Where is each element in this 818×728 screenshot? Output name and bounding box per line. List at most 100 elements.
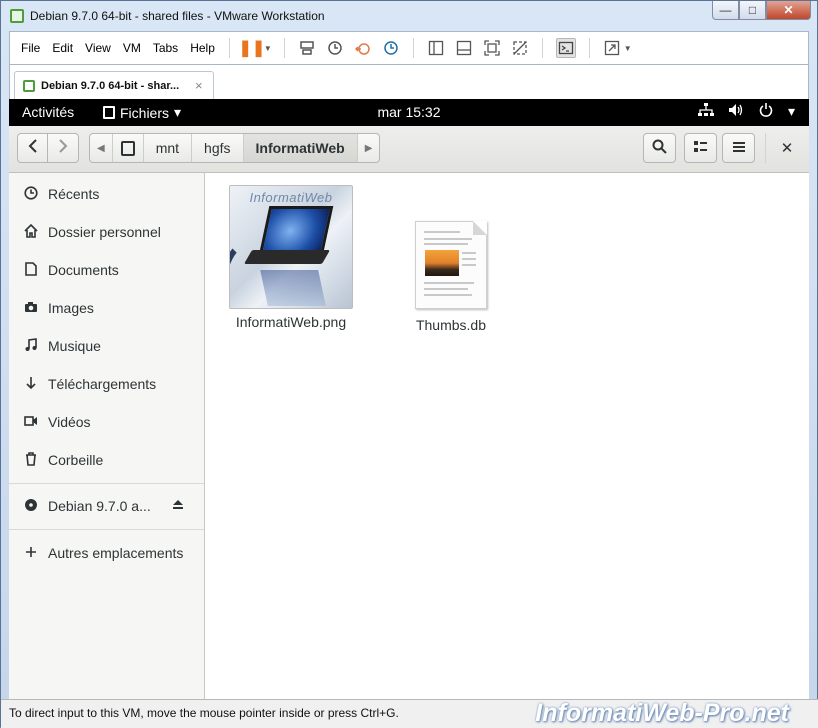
eject-icon[interactable] [172, 499, 184, 513]
sidebar-item-images[interactable]: Images [9, 289, 204, 327]
back-button[interactable] [17, 133, 48, 163]
path-root-button[interactable] [111, 134, 143, 162]
doc-text-line [424, 231, 460, 233]
volume-icon [728, 103, 744, 120]
sidebar-item-other-locations[interactable]: Autres emplacements [9, 534, 204, 572]
file-item-informatiweb-png[interactable]: InformatiWeb InformatiWeb.png [221, 185, 361, 330]
search-icon [652, 139, 667, 158]
doc-text-line [462, 264, 476, 266]
stretch-guest-icon[interactable] [603, 39, 621, 57]
snapshot-manager-icon[interactable] [382, 39, 400, 57]
places-sidebar: Récents Dossier personnel Documents Imag… [9, 173, 205, 699]
menu-vm[interactable]: VM [123, 41, 141, 55]
thumbnail-logo-text: InformatiWeb [249, 190, 333, 205]
image-thumbnail: InformatiWeb [229, 185, 353, 309]
doc-text-line [462, 258, 476, 260]
toolbar-separator [283, 38, 285, 58]
laptop-reflection-graphic [260, 270, 326, 306]
path-segment-mnt[interactable]: mnt [142, 134, 191, 162]
sidebar-item-recent[interactable]: Récents [9, 175, 204, 213]
sidebar-item-label: Dossier personnel [48, 224, 161, 240]
sidebar-item-label: Documents [48, 262, 119, 278]
tab-label: Debian 9.7.0 64-bit - shar... [41, 79, 180, 92]
view-options-button[interactable] [684, 133, 717, 163]
sidebar-item-label: Musique [48, 338, 101, 354]
forward-button[interactable] [47, 133, 79, 163]
sidebar-item-label: Vidéos [48, 414, 91, 430]
plus-icon [23, 546, 39, 561]
window-close-button[interactable]: ✕ [765, 133, 808, 163]
path-scroll-right-icon[interactable]: ▶ [356, 134, 380, 162]
menu-tabs[interactable]: Tabs [153, 41, 178, 55]
hamburger-icon [732, 140, 746, 157]
snapshot-icon[interactable] [326, 39, 344, 57]
doc-text-line [424, 288, 468, 290]
file-item-thumbs-db[interactable]: Thumbs.db [381, 221, 521, 333]
document-thumbnail [415, 221, 487, 309]
toolbar-separator [412, 38, 414, 58]
laptop-base-graphic [243, 250, 331, 264]
hamburger-menu-button[interactable] [722, 133, 755, 163]
power-icon [758, 103, 774, 120]
chevron-right-icon [58, 139, 68, 157]
menu-edit[interactable]: Edit [52, 41, 73, 55]
list-view-icon [693, 139, 708, 158]
search-button[interactable] [643, 133, 676, 163]
menu-file[interactable]: File [21, 41, 40, 55]
stretch-dropdown-icon[interactable]: ▼ [624, 44, 632, 53]
video-icon [23, 415, 39, 430]
window-title: Debian 9.7.0 64-bit - shared files - VMw… [30, 9, 325, 23]
window-controls: — □ ✕ [712, 1, 811, 20]
vmware-window: Debian 9.7.0 64-bit - shared files - VMw… [0, 0, 818, 728]
doc-text-line [424, 282, 474, 284]
thumbnail-bar-icon[interactable] [455, 39, 473, 57]
status-bar: To direct input to this VM, move the mou… [1, 699, 818, 728]
revert-snapshot-icon[interactable] [354, 39, 372, 57]
chevron-left-icon [28, 139, 38, 157]
menu-toolbar: File Edit View VM Tabs Help ❚❚ ▼ ▼ [9, 31, 809, 65]
sidebar-item-device[interactable]: Debian 9.7.0 a... [9, 487, 204, 525]
vm-running-icon [23, 79, 35, 92]
full-screen-icon[interactable] [483, 39, 501, 57]
doc-text-line [424, 238, 472, 240]
tab-debian-vm[interactable]: Debian 9.7.0 64-bit - shar... × [14, 71, 214, 99]
trash-icon [23, 451, 39, 469]
unity-icon[interactable] [511, 39, 529, 57]
menu-help[interactable]: Help [190, 41, 215, 55]
file-name: Thumbs.db [415, 317, 487, 333]
path-scroll-left-icon[interactable]: ◀ [90, 134, 112, 162]
sidebar-item-label: Autres emplacements [48, 545, 184, 561]
clock[interactable]: mar 15:32 [9, 104, 809, 120]
sidebar-item-music[interactable]: Musique [9, 327, 204, 365]
menu-view[interactable]: View [85, 41, 111, 55]
library-icon[interactable] [427, 39, 445, 57]
path-segment-hgfs[interactable]: hgfs [191, 134, 242, 162]
doc-text-line [424, 243, 468, 245]
pause-icon[interactable]: ❚❚ [238, 39, 265, 57]
sidebar-item-videos[interactable]: Vidéos [9, 403, 204, 441]
system-tray[interactable]: ▾ [697, 103, 795, 120]
minimize-button[interactable]: — [712, 1, 739, 20]
toolbar-separator [541, 38, 543, 58]
sidebar-item-label: Récents [48, 186, 100, 202]
sidebar-item-home[interactable]: Dossier personnel [9, 213, 204, 251]
laptop-graphic [258, 206, 334, 256]
sidebar-item-label: Debian 9.7.0 a... [48, 498, 151, 514]
vm-console[interactable]: Activités Fichiers ▾ mar 15:32 ▾ ◀ mnt h… [9, 99, 809, 699]
sidebar-item-documents[interactable]: Documents [9, 251, 204, 289]
pause-dropdown-icon[interactable]: ▼ [264, 44, 272, 53]
vmware-icon [10, 9, 24, 23]
page-fold [473, 221, 487, 235]
console-view-icon[interactable] [555, 38, 576, 58]
send-ctrl-alt-del-icon[interactable] [298, 39, 316, 57]
document-icon [23, 261, 39, 279]
tab-close-icon[interactable]: × [195, 78, 203, 93]
home-icon [23, 223, 39, 241]
close-button[interactable]: ✕ [766, 1, 811, 20]
sidebar-item-downloads[interactable]: Téléchargements [9, 365, 204, 403]
path-segment-current[interactable]: InformatiWeb [242, 134, 357, 162]
sidebar-item-trash[interactable]: Corbeille [9, 441, 204, 479]
file-view[interactable]: InformatiWeb InformatiWeb.png Thumbs.db [205, 173, 809, 699]
drive-icon [120, 140, 135, 156]
maximize-button[interactable]: □ [739, 1, 766, 20]
